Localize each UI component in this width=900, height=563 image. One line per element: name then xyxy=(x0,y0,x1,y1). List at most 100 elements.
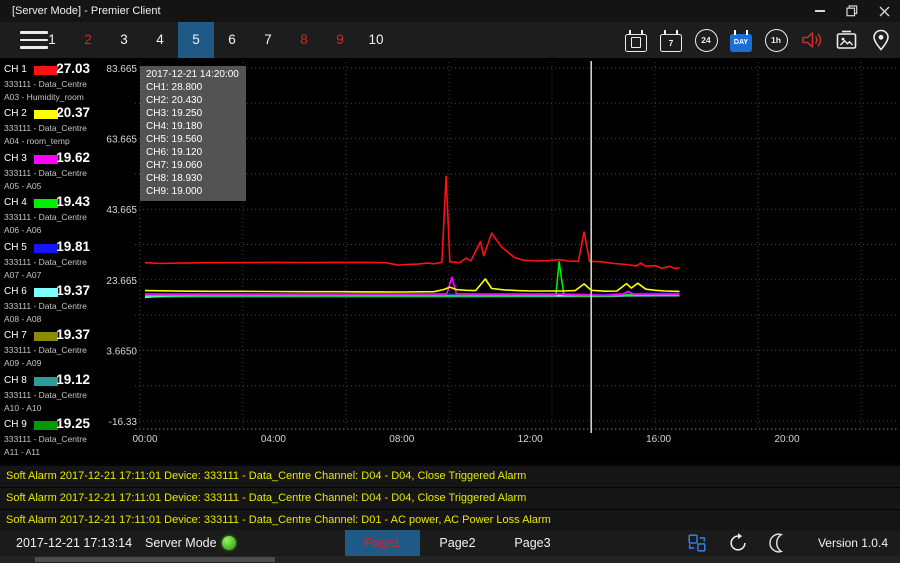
statusbar-page2[interactable]: Page2 xyxy=(420,530,495,556)
channel-item-8[interactable]: CH 819.12333111 - Data_CentreA10 - A10 xyxy=(0,374,95,417)
channel-id: CH 4 xyxy=(4,197,27,208)
channel-id: CH 3 xyxy=(4,153,27,164)
scrollbar-thumb[interactable] xyxy=(35,557,275,562)
clock-1h-button[interactable]: 1h xyxy=(763,27,789,53)
channel-id: CH 6 xyxy=(4,286,27,297)
numbered-tab-bar: 12345678910 xyxy=(34,22,394,58)
page-switcher: Page1Page2Page3 xyxy=(345,530,570,556)
tooltip-timestamp: 2017-12-21 14:20:00 xyxy=(146,68,246,81)
sync-button[interactable] xyxy=(727,532,749,554)
layout-switch-button[interactable] xyxy=(686,532,708,554)
y-tick-label: 83.665 xyxy=(106,64,137,75)
channel-device: 333111 - Data_Centre xyxy=(4,78,99,91)
numbered-tab-5[interactable]: 5 xyxy=(178,22,214,58)
channel-id: CH 1 xyxy=(4,64,27,75)
alarm-row-3[interactable]: Soft Alarm 2017-12-21 17:11:01 Device: 3… xyxy=(0,510,900,531)
restore-icon xyxy=(846,5,858,17)
x-tick-label: 16:00 xyxy=(646,434,671,445)
numbered-tab-7[interactable]: 7 xyxy=(250,22,286,58)
channel-item-3[interactable]: CH 319.62333111 - Data_CentreA05 - A05 xyxy=(0,152,95,195)
x-tick-label: 20:00 xyxy=(774,434,799,445)
channel-value: 27.03 xyxy=(56,61,90,76)
statusbar-page1[interactable]: Page1 xyxy=(345,530,420,556)
statusbar-icon-group xyxy=(686,532,790,554)
tooltip-row-CH2: CH2: 20.430 xyxy=(146,94,246,107)
night-mode-button[interactable] xyxy=(768,532,790,554)
alarm-list: Soft Alarm 2017-12-21 17:11:01 Device: 3… xyxy=(0,463,900,530)
channel-item-5[interactable]: CH 519.81333111 - Data_CentreA07 - A07 xyxy=(0,241,95,284)
tooltip-row-CH5: CH5: 19.560 xyxy=(146,133,246,146)
numbered-tab-8[interactable]: 8 xyxy=(286,22,322,58)
close-button[interactable] xyxy=(868,0,900,22)
channel-point: A03 - Humidity_room xyxy=(4,91,99,104)
numbered-tab-2[interactable]: 2 xyxy=(70,22,106,58)
channel-value: 20.37 xyxy=(56,105,90,120)
chart-tooltip: 2017-12-21 14:20:00 CH1: 28.800CH2: 20.4… xyxy=(140,66,246,201)
calendar-week-button[interactable]: 7 xyxy=(658,27,684,53)
sync-icon xyxy=(727,532,749,554)
channel-item-7[interactable]: CH 719.37333111 - Data_CentreA09 - A09 xyxy=(0,329,95,372)
x-tick-label: 00:00 xyxy=(132,434,157,445)
channel-value: 19.25 xyxy=(56,416,90,431)
calendar-report-button[interactable] xyxy=(623,27,649,53)
channel-row: CH 8 19.12 xyxy=(0,374,95,389)
channel-item-9[interactable]: CH 919.25333111 - Data_CentreA11 - A11 xyxy=(0,418,95,461)
day-view-button[interactable]: DAY xyxy=(728,27,754,53)
channel-device: 333111 - Data_Centre xyxy=(4,167,99,180)
channel-value: 19.12 xyxy=(56,372,90,387)
channel-point: A06 - A06 xyxy=(4,224,99,237)
snapshot-button[interactable] xyxy=(833,27,859,53)
numbered-tab-1[interactable]: 1 xyxy=(34,22,70,58)
channel-row: CH 3 19.62 xyxy=(0,152,95,167)
statusbar-page3[interactable]: Page3 xyxy=(495,530,570,556)
restore-button[interactable] xyxy=(836,0,868,22)
channel-color-swatch xyxy=(34,377,58,386)
clock-1h-icon: 1h xyxy=(765,29,788,52)
clock-24h-button[interactable]: 24 xyxy=(693,27,719,53)
channel-point: A09 - A09 xyxy=(4,357,99,370)
numbered-tab-10[interactable]: 10 xyxy=(358,22,394,58)
channel-color-swatch xyxy=(34,288,58,297)
chart-area[interactable]: 83.66563.66543.66523.6653.6650-16.3300:0… xyxy=(95,58,900,463)
channel-device: 333111 - Data_Centre xyxy=(4,344,99,357)
channel-color-swatch xyxy=(34,66,58,75)
channel-item-4[interactable]: CH 419.43333111 - Data_CentreA06 - A06 xyxy=(0,196,95,239)
clock-24h-icon: 24 xyxy=(695,29,718,52)
y-tick-label: -16.33 xyxy=(109,417,138,428)
app-window: [Server Mode] - Premier Client 123456789… xyxy=(0,0,900,563)
channel-row: CH 919.25 xyxy=(0,418,95,433)
tooltip-row-CH1: CH1: 28.800 xyxy=(146,81,246,94)
channel-device: 333111 - Data_Centre xyxy=(4,300,99,313)
channel-id: CH 5 xyxy=(4,242,27,253)
calendar-report-icon xyxy=(625,34,647,52)
channel-row: CH 419.43 xyxy=(0,196,95,211)
channel-item-1[interactable]: CH 127.03333111 - Data_CentreA03 - Humid… xyxy=(0,63,95,106)
channel-device: 333111 - Data_Centre xyxy=(4,389,99,402)
tooltip-rows: CH1: 28.800CH2: 20.430CH3: 19.250CH4: 19… xyxy=(146,81,246,198)
channel-item-6[interactable]: CH 619.37333111 - Data_CentreA08 - A08 xyxy=(0,285,95,328)
alarm-sound-button[interactable] xyxy=(798,27,824,53)
channel-value: 19.62 xyxy=(56,150,90,165)
tooltip-row-CH9: CH9: 19.000 xyxy=(146,185,246,198)
alarm-row-1[interactable]: Soft Alarm 2017-12-21 17:11:01 Device: 3… xyxy=(0,466,900,487)
moon-icon xyxy=(768,532,790,554)
channel-id: CH 8 xyxy=(4,375,27,386)
channel-row: CH 519.81 xyxy=(0,241,95,256)
numbered-tab-6[interactable]: 6 xyxy=(214,22,250,58)
location-button[interactable] xyxy=(868,27,894,53)
channel-row: CH 719.37 xyxy=(0,329,95,344)
channel-row: CH 1 27.03 xyxy=(0,63,95,78)
numbered-tab-9[interactable]: 9 xyxy=(322,22,358,58)
minimize-button[interactable] xyxy=(804,0,836,22)
channel-item-2[interactable]: CH 220.37333111 - Data_CentreA04 - room_… xyxy=(0,107,95,150)
server-mode-label: Server Mode xyxy=(145,530,217,556)
channel-list: CH 127.03333111 - Data_CentreA03 - Humid… xyxy=(0,58,95,463)
alarm-row-2[interactable]: Soft Alarm 2017-12-21 17:11:01 Device: 3… xyxy=(0,488,900,509)
channel-point: A05 - A05 xyxy=(4,180,99,193)
chart-grid xyxy=(135,62,898,429)
x-tick-label: 04:00 xyxy=(261,434,286,445)
numbered-tab-4[interactable]: 4 xyxy=(142,22,178,58)
numbered-tab-3[interactable]: 3 xyxy=(106,22,142,58)
horizontal-scrollbar[interactable] xyxy=(0,556,900,563)
y-tick-label: 23.665 xyxy=(106,276,137,287)
